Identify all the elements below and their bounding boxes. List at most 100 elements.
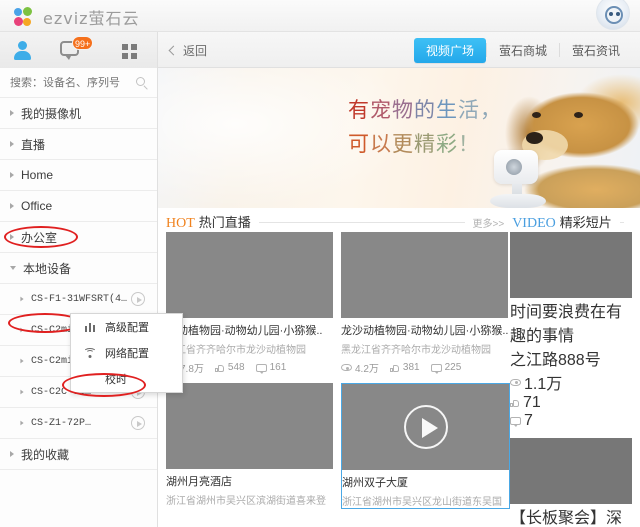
- card-thumbnail[interactable]: [510, 232, 632, 298]
- card-thumbnail[interactable]: [510, 438, 632, 504]
- ezviz-logo-icon: [14, 7, 35, 28]
- card-subtitle: 之江路888号: [510, 346, 632, 370]
- context-menu-item-advanced-config[interactable]: 高级配置: [71, 314, 182, 340]
- card-thumbnail[interactable]: [166, 383, 333, 469]
- tab-ezviz-news[interactable]: 萤石资讯: [560, 38, 632, 63]
- search-row: [0, 68, 157, 98]
- stat-comments: 225: [431, 362, 462, 373]
- promo-banner[interactable]: 有宠物的生活， 可以更精彩！: [158, 68, 640, 208]
- table-row[interactable]: 湖州月亮酒店 浙江省湖州市吴兴区滨湖街道喜来登: [166, 383, 333, 509]
- context-menu-label: 高级配置: [105, 319, 149, 335]
- chevron-right-icon: [10, 203, 14, 209]
- card-thumbnail[interactable]: [341, 232, 508, 318]
- toolbar-icon-group: 99+: [0, 32, 158, 68]
- sidebar-item-my-favorites[interactable]: 我的收藏: [0, 439, 157, 470]
- stat-likes: 71: [510, 394, 632, 412]
- message-badge: 99+: [72, 36, 93, 50]
- message-bubble-icon[interactable]: 99+: [46, 32, 104, 68]
- card-title: 龙沙动植物园·动物幼儿园·小猕猴..: [341, 322, 508, 338]
- card-subtitle: 浙江省湖州市吴兴区滨湖街道喜来登: [166, 492, 333, 507]
- list-item[interactable]: 时间要浪费在有趣的事情 之江路888号 1.1万 71 7: [510, 232, 632, 430]
- back-label: 返回: [183, 42, 207, 59]
- stat-views: 1.1万: [510, 370, 632, 394]
- comment-icon: [510, 417, 521, 425]
- hot-section-header: HOT 热门直播 更多>>: [166, 212, 504, 232]
- table-row[interactable]: 沙动植物园·动物幼儿园·小猕猴.. 龙江省齐齐哈尔市龙沙动植物园 7.8万 54…: [166, 232, 333, 375]
- sidebar-item-home[interactable]: Home: [0, 160, 157, 191]
- hot-label-en: HOT: [166, 216, 195, 231]
- video-label-cn: 精彩短片: [560, 215, 612, 230]
- play-circle-icon[interactable]: [131, 292, 145, 306]
- play-overlay-icon[interactable]: [404, 405, 448, 449]
- chevron-right-icon: [10, 234, 14, 240]
- user-icon[interactable]: [0, 32, 46, 68]
- sidebar-device-cs-z1[interactable]: CS-Z1-72P…: [0, 408, 157, 439]
- stat-views: 4.2万: [341, 360, 379, 375]
- nav-tabs: 视频广场 萤石商城 萤石资讯: [414, 32, 632, 68]
- play-circle-icon[interactable]: [131, 416, 145, 430]
- sidebar-item-office-cn[interactable]: 办公室: [0, 222, 157, 253]
- user-avatar-icon[interactable]: [596, 0, 630, 30]
- search-icon[interactable]: [136, 77, 145, 86]
- chevron-right-icon: [20, 328, 23, 333]
- hot-label-cn: 热门直播: [199, 215, 251, 230]
- card-stats: 7.8万 548 161: [166, 360, 333, 375]
- hot-more-link[interactable]: 更多>>: [473, 215, 505, 230]
- context-menu-label: 网络配置: [105, 345, 149, 361]
- video-section-header: VIDEO精彩短片: [504, 212, 632, 232]
- chevron-right-icon: [20, 359, 23, 364]
- card-title: 时间要浪费在有趣的事情: [510, 298, 632, 346]
- device-label: CS-Z1-72P…: [31, 418, 91, 429]
- hot-live-grid: 沙动植物园·动物幼儿园·小猕猴.. 龙江省齐齐哈尔市龙沙动植物园 7.8万 54…: [158, 232, 510, 527]
- sidebar-item-live[interactable]: 直播: [0, 129, 157, 160]
- search-input[interactable]: [10, 77, 130, 89]
- table-row[interactable]: 龙沙动植物园·动物幼儿园·小猕猴.. 黑龙江省齐齐哈尔市龙沙动植物园 4.2万 …: [341, 232, 508, 375]
- pet-camera-image: [490, 146, 548, 208]
- stat-likes: 381: [390, 362, 420, 373]
- section-headers: HOT 热门直播 更多>> VIDEO精彩短片: [158, 208, 640, 232]
- hot-title: HOT 热门直播: [166, 212, 251, 232]
- wifi-icon: [83, 348, 97, 358]
- likes-count: 381: [403, 362, 420, 373]
- sidebar-item-label: 本地设备: [23, 260, 71, 277]
- sidebar-item-local-devices[interactable]: 本地设备: [0, 253, 157, 284]
- card-thumbnail[interactable]: [342, 384, 509, 470]
- likes-count: 71: [523, 394, 541, 412]
- toolbar: 99+ 返回 视频广场 萤石商城 萤石资讯: [0, 32, 640, 68]
- sidebar-device-cs-f1[interactable]: CS-F1-31WFSRT(4…: [0, 284, 157, 315]
- comments-count: 7: [524, 412, 533, 430]
- sidebar-item-label: 直播: [21, 136, 45, 153]
- thumbs-up-icon: [390, 363, 400, 373]
- chevron-right-icon: [20, 421, 23, 426]
- card-title: 湖州月亮酒店: [166, 473, 333, 489]
- card-subtitle: 龙江省齐齐哈尔市龙沙动植物园: [166, 341, 333, 356]
- device-label: CS-F1-31WFSRT(4…: [31, 294, 127, 305]
- eye-icon: [341, 364, 352, 371]
- card-title: 湖州双子大厦: [342, 474, 509, 490]
- stat-likes: 548: [215, 362, 245, 373]
- divider-line: [620, 222, 624, 223]
- chevron-right-icon: [10, 451, 14, 457]
- context-menu-item-network-config[interactable]: 网络配置: [71, 340, 182, 366]
- views-count: 1.1万: [524, 370, 562, 394]
- video-clips-list: 时间要浪费在有趣的事情 之江路888号 1.1万 71 7 【长板聚会】深圳三洲…: [510, 232, 640, 527]
- tab-ezviz-mall[interactable]: 萤石商城: [487, 38, 559, 63]
- sidebar-item-label: Office: [21, 199, 52, 213]
- chevron-right-icon: [20, 297, 23, 302]
- card-stats: 1.1万 71 7: [510, 370, 632, 430]
- ezviz-studio-window: ezviz萤石云 99+ 返回 视频广场 萤石商城: [0, 0, 640, 527]
- context-menu-label: 校时: [105, 371, 127, 387]
- cards-area: 沙动植物园·动物幼儿园·小猕猴.. 龙江省齐齐哈尔市龙沙动植物园 7.8万 54…: [158, 232, 640, 527]
- chevron-right-icon: [10, 110, 14, 116]
- back-button[interactable]: 返回: [170, 32, 207, 68]
- sidebar-item-my-cameras[interactable]: 我的摄像机: [0, 98, 157, 129]
- tab-video-plaza[interactable]: 视频广场: [414, 38, 486, 63]
- context-menu-item-time-sync[interactable]: 校时: [71, 366, 182, 392]
- list-item[interactable]: 【长板聚会】深圳三洲田 3505 38 6: [510, 438, 632, 527]
- table-row[interactable]: 湖州双子大厦 浙江省湖州市吴兴区龙山街道东吴国: [341, 383, 510, 509]
- stat-comments: 161: [256, 362, 287, 373]
- card-thumbnail[interactable]: [166, 232, 333, 318]
- thumbs-up-icon: [215, 363, 225, 373]
- grid-apps-icon[interactable]: [104, 32, 152, 68]
- sidebar-item-office-en[interactable]: Office: [0, 191, 157, 222]
